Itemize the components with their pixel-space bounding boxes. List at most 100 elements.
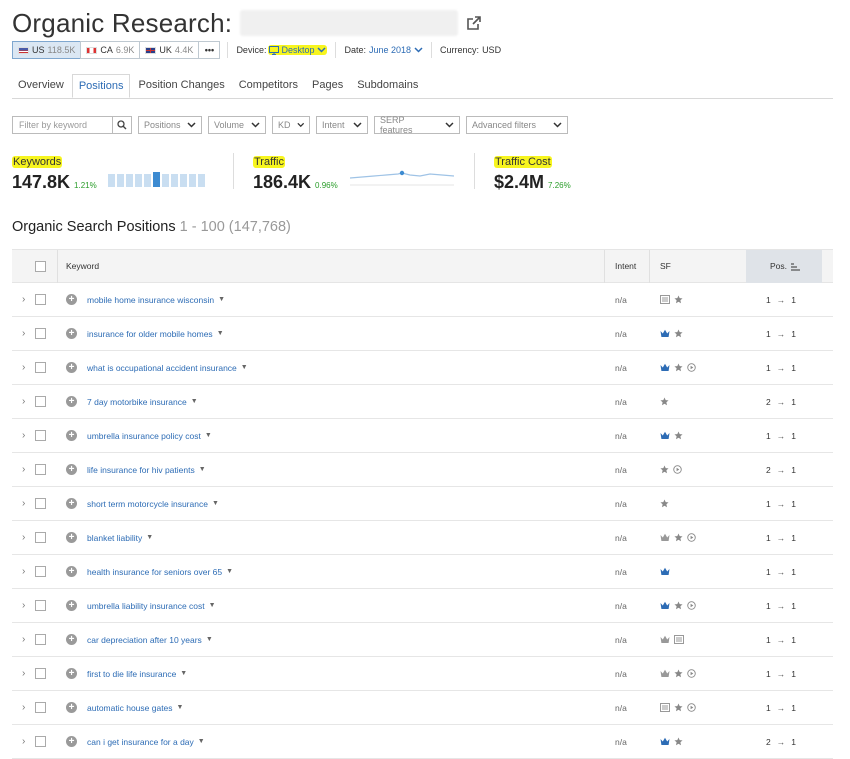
chevron-right-icon[interactable]: › bbox=[22, 294, 25, 305]
more-databases-button[interactable]: ••• bbox=[198, 41, 221, 59]
column-sf[interactable]: SF bbox=[660, 250, 671, 283]
caret-down-icon[interactable]: ▼ bbox=[191, 398, 198, 405]
keyword-link[interactable]: umbrella insurance policy cost bbox=[87, 431, 201, 441]
row-checkbox[interactable] bbox=[35, 328, 46, 339]
plus-circle-icon[interactable]: + bbox=[66, 498, 77, 509]
tab-pages[interactable]: Pages bbox=[306, 74, 349, 98]
chevron-right-icon[interactable]: › bbox=[22, 634, 25, 645]
volume-dropdown[interactable]: Volume bbox=[208, 116, 266, 134]
tab-competitors[interactable]: Competitors bbox=[233, 74, 304, 98]
row-checkbox[interactable] bbox=[35, 532, 46, 543]
plus-circle-icon[interactable]: + bbox=[66, 736, 77, 747]
keyword-link[interactable]: umbrella liability insurance cost bbox=[87, 601, 205, 611]
positions-dropdown[interactable]: Positions bbox=[138, 116, 202, 134]
plus-circle-icon[interactable]: + bbox=[66, 634, 77, 645]
row-checkbox[interactable] bbox=[35, 702, 46, 713]
caret-down-icon[interactable]: ▼ bbox=[205, 432, 212, 439]
row-checkbox[interactable] bbox=[35, 566, 46, 577]
chevron-right-icon[interactable]: › bbox=[22, 362, 25, 373]
caret-down-icon[interactable]: ▼ bbox=[218, 296, 225, 303]
tab-position-changes[interactable]: Position Changes bbox=[132, 74, 230, 98]
caret-down-icon[interactable]: ▼ bbox=[180, 670, 187, 677]
row-checkbox[interactable] bbox=[35, 396, 46, 407]
plus-circle-icon[interactable]: + bbox=[66, 566, 77, 577]
plus-circle-icon[interactable]: + bbox=[66, 294, 77, 305]
chevron-right-icon[interactable]: › bbox=[22, 464, 25, 475]
advanced-filters-dropdown[interactable]: Advanced filters bbox=[466, 116, 568, 134]
keyword-link[interactable]: health insurance for seniors over 65 bbox=[87, 567, 222, 577]
chevron-right-icon[interactable]: › bbox=[22, 328, 25, 339]
select-all-checkbox[interactable] bbox=[35, 260, 46, 272]
keywords-value[interactable]: 147.8K bbox=[12, 172, 70, 193]
plus-circle-icon[interactable]: + bbox=[66, 396, 77, 407]
keyword-link[interactable]: short term motorcycle insurance bbox=[87, 499, 208, 509]
keyword-link[interactable]: first to die life insurance bbox=[87, 669, 176, 679]
keyword-link[interactable]: can i get insurance for a day bbox=[87, 737, 194, 747]
caret-down-icon[interactable]: ▼ bbox=[226, 568, 233, 575]
chevron-right-icon[interactable]: › bbox=[22, 566, 25, 577]
kd-dropdown[interactable]: KD bbox=[272, 116, 310, 134]
plus-circle-icon[interactable]: + bbox=[66, 328, 77, 339]
caret-down-icon[interactable]: ▼ bbox=[146, 534, 153, 541]
keyword-link[interactable]: what is occupational accident insurance bbox=[87, 363, 237, 373]
chevron-right-icon[interactable]: › bbox=[22, 600, 25, 611]
db-us-button[interactable]: US 118.5K bbox=[12, 41, 82, 59]
keyword-link[interactable]: life insurance for hiv patients bbox=[87, 465, 195, 475]
row-checkbox[interactable] bbox=[35, 464, 46, 475]
keyword-link[interactable]: mobile home insurance wisconsin bbox=[87, 295, 214, 305]
plus-circle-icon[interactable]: + bbox=[66, 668, 77, 679]
row-checkbox[interactable] bbox=[35, 294, 46, 305]
caret-down-icon[interactable]: ▼ bbox=[217, 330, 224, 337]
column-pos[interactable]: Pos. bbox=[770, 250, 801, 283]
plus-circle-icon[interactable]: + bbox=[66, 362, 77, 373]
chevron-right-icon[interactable]: › bbox=[22, 498, 25, 509]
intent-dropdown[interactable]: Intent bbox=[316, 116, 368, 134]
caret-down-icon[interactable]: ▼ bbox=[209, 602, 216, 609]
caret-down-icon[interactable]: ▼ bbox=[198, 738, 205, 745]
row-checkbox[interactable] bbox=[35, 430, 46, 441]
keyword-link[interactable]: blanket liability bbox=[87, 533, 142, 543]
caret-down-icon[interactable]: ▼ bbox=[212, 500, 219, 507]
keyword-link[interactable]: car depreciation after 10 years bbox=[87, 635, 202, 645]
keyword-link[interactable]: insurance for older mobile homes bbox=[87, 329, 213, 339]
chevron-right-icon[interactable]: › bbox=[22, 702, 25, 713]
tab-subdomains[interactable]: Subdomains bbox=[351, 74, 424, 98]
tab-positions[interactable]: Positions bbox=[71, 74, 131, 98]
chevron-right-icon[interactable]: › bbox=[22, 668, 25, 679]
tab-overview[interactable]: Overview bbox=[12, 74, 70, 98]
traffic-value[interactable]: 186.4K bbox=[253, 172, 311, 193]
plus-circle-icon[interactable]: + bbox=[66, 532, 77, 543]
keyword-link[interactable]: automatic house gates bbox=[87, 703, 173, 713]
plus-circle-icon[interactable]: + bbox=[66, 702, 77, 713]
keyword-link[interactable]: 7 day motorbike insurance bbox=[87, 397, 187, 407]
keyword-filter-input[interactable]: Filter by keyword bbox=[12, 116, 112, 134]
caret-down-icon[interactable]: ▼ bbox=[206, 636, 213, 643]
serp-features-dropdown[interactable]: SERP features bbox=[374, 115, 460, 135]
row-checkbox[interactable] bbox=[35, 736, 46, 747]
column-intent[interactable]: Intent bbox=[615, 250, 636, 283]
chevron-right-icon[interactable]: › bbox=[22, 532, 25, 543]
column-keyword[interactable]: Keyword bbox=[66, 250, 99, 283]
traffic-cost-value[interactable]: $2.4M bbox=[494, 172, 544, 193]
db-uk-button[interactable]: UK 4.4K bbox=[139, 41, 200, 59]
caret-down-icon[interactable]: ▼ bbox=[199, 466, 206, 473]
row-checkbox[interactable] bbox=[35, 600, 46, 611]
row-checkbox[interactable] bbox=[35, 362, 46, 373]
row-checkbox[interactable] bbox=[35, 668, 46, 679]
device-selector[interactable]: Device: Desktop bbox=[236, 45, 328, 55]
arrow-right-icon: → bbox=[776, 362, 786, 373]
row-checkbox[interactable] bbox=[35, 634, 46, 645]
chevron-right-icon[interactable]: › bbox=[22, 396, 25, 407]
caret-down-icon[interactable]: ▼ bbox=[241, 364, 248, 371]
search-button[interactable] bbox=[112, 116, 132, 134]
plus-circle-icon[interactable]: + bbox=[66, 430, 77, 441]
external-link-icon[interactable] bbox=[466, 15, 482, 31]
plus-circle-icon[interactable]: + bbox=[66, 464, 77, 475]
row-checkbox[interactable] bbox=[35, 498, 46, 509]
caret-down-icon[interactable]: ▼ bbox=[177, 704, 184, 711]
chevron-right-icon[interactable]: › bbox=[22, 430, 25, 441]
date-selector[interactable]: Date: June 2018 bbox=[344, 45, 423, 55]
plus-circle-icon[interactable]: + bbox=[66, 600, 77, 611]
db-ca-button[interactable]: CA 6.9K bbox=[80, 41, 141, 59]
chevron-right-icon[interactable]: › bbox=[22, 736, 25, 747]
